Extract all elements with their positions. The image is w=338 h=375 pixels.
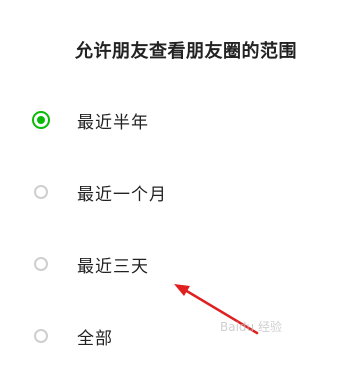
option-recent-month[interactable]: 最近一个月 [26,170,316,214]
option-label: 全部 [77,328,113,349]
watermark: Baidu 经验 [220,320,282,334]
radio-unselected-icon[interactable] [34,185,48,199]
option-label: 最近半年 [77,112,149,133]
page-title: 允许朋友查看朋友圈的范围 [75,41,297,62]
option-recent-half-year[interactable]: 最近半年 [26,98,316,142]
option-label: 最近三天 [77,256,149,277]
option-recent-three-days[interactable]: 最近三天 [26,242,316,286]
option-label: 最近一个月 [77,184,167,205]
radio-unselected-icon[interactable] [34,329,48,343]
radio-selected-icon[interactable] [32,111,50,129]
radio-unselected-icon[interactable] [34,257,48,271]
